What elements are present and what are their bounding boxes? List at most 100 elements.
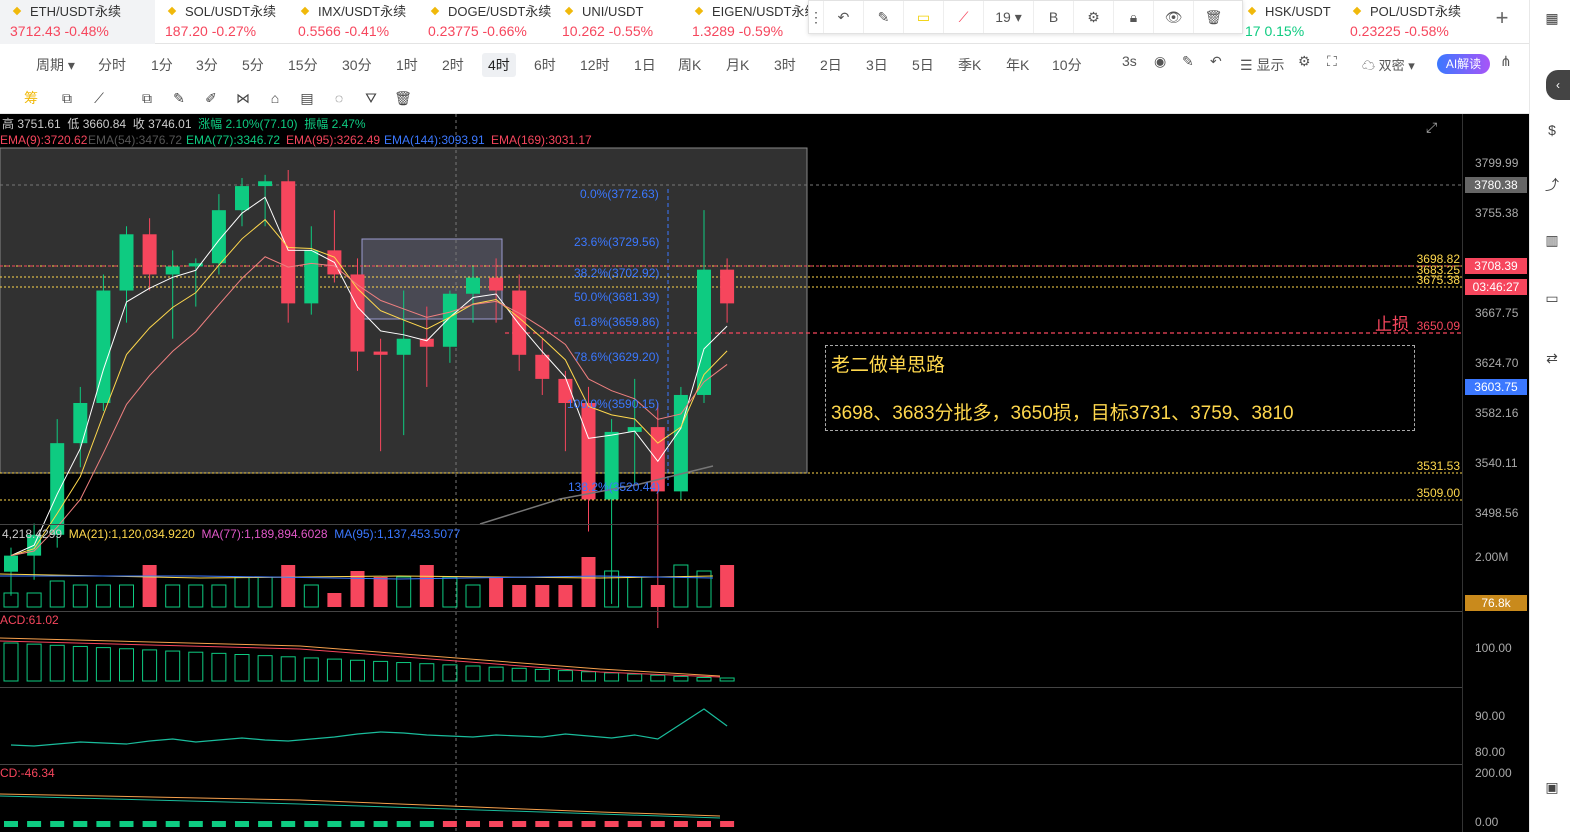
layout-icon[interactable]: ▦ xyxy=(1542,8,1562,28)
pencil-icon[interactable]: ✎ xyxy=(170,89,188,107)
candle[interactable] xyxy=(720,269,735,304)
panel-icon[interactable]: ▣ xyxy=(1542,777,1562,797)
period-option[interactable]: 周期 ▾ xyxy=(30,53,81,77)
magic-wand-icon[interactable]: ⟋ xyxy=(90,89,108,107)
template-icon[interactable]: ▤ xyxy=(298,89,316,107)
candle[interactable] xyxy=(350,274,365,352)
copy-draw-icon[interactable]: ⧉ xyxy=(58,89,76,107)
cd-bar xyxy=(304,821,319,827)
period-option[interactable]: 15分 xyxy=(282,53,324,77)
eye-icon[interactable]: 👁︎ xyxy=(1153,1,1193,33)
ticker-tab[interactable]: POL/USDT永续 0.23225 -0.58% xyxy=(1340,0,1490,44)
candle[interactable] xyxy=(211,210,226,264)
delete-icon[interactable]: 🗑︎ xyxy=(394,89,412,107)
ai-interpret-button[interactable]: AI解读 xyxy=(1437,54,1490,74)
filter-icon[interactable]: ⛛ xyxy=(362,89,380,107)
hide-icon[interactable]: ◌ xyxy=(330,89,348,107)
period-option[interactable]: 1时 xyxy=(390,53,424,77)
candle[interactable] xyxy=(489,277,504,291)
period-option[interactable]: 5分 xyxy=(236,53,270,77)
period-option[interactable]: 年K xyxy=(1000,53,1035,77)
period-option[interactable]: 2时 xyxy=(436,53,470,77)
color-icon[interactable]: ▭ xyxy=(903,1,943,33)
candle[interactable] xyxy=(697,269,711,395)
period-option[interactable]: 12时 xyxy=(574,53,616,77)
ticker-tab[interactable]: IMX/USDT永续 0.5566 -0.41% xyxy=(288,0,418,44)
candle[interactable] xyxy=(373,351,388,355)
macd-bar xyxy=(303,657,319,682)
dual-layout-select[interactable]: ☁ 双密 ▾ xyxy=(1362,55,1415,74)
share-icon[interactable]: ⋔ xyxy=(1500,53,1512,70)
candle[interactable] xyxy=(73,402,88,444)
candle[interactable] xyxy=(304,250,319,304)
candle[interactable] xyxy=(4,555,18,572)
candle[interactable] xyxy=(466,277,480,294)
trend-icon[interactable]: ⤴ xyxy=(1542,175,1562,195)
period-option[interactable]: 5日 xyxy=(906,53,940,77)
pen-icon[interactable]: ✎ xyxy=(1182,53,1194,70)
display-menu[interactable]: ☰ 显示 xyxy=(1240,55,1284,75)
chart-icon[interactable]: ▥ xyxy=(1542,230,1562,250)
cd-bar xyxy=(188,821,203,827)
bold-button[interactable]: B xyxy=(1033,1,1073,33)
refresh-interval[interactable]: 3s xyxy=(1122,53,1137,69)
collapse-panel-button[interactable]: ‹ xyxy=(1546,70,1570,100)
period-option[interactable]: 1日 xyxy=(628,53,662,77)
candle[interactable] xyxy=(142,234,157,275)
ticker-tab[interactable]: SOL/USDT永续 187.20 -0.27% xyxy=(155,0,288,44)
add-tab-button[interactable]: + xyxy=(1490,6,1514,30)
edit-icon[interactable]: ✎ xyxy=(863,1,903,33)
candle[interactable] xyxy=(535,354,550,379)
ticker-symbol: HSK/USDT xyxy=(1245,3,1340,21)
candle[interactable] xyxy=(673,394,688,492)
period-option[interactable]: 1分 xyxy=(145,53,179,77)
measure-icon[interactable]: ⋈ xyxy=(234,89,252,107)
drawing-toolbar: ⋮ ↶ ✎ ▭ ⟋ 19 ▾ B ⚙ 🔒︎ 👁︎ 🗑︎ xyxy=(808,0,1243,34)
lock-tool-icon[interactable]: ⌂ xyxy=(266,89,284,107)
ticker-tab[interactable]: DOGE/USDT永续 0.23775 -0.66% xyxy=(418,0,552,44)
undo-draw-icon[interactable]: ↶ xyxy=(1210,53,1222,70)
orderbook-icon[interactable]: $ xyxy=(1542,120,1562,140)
drag-handle-icon[interactable]: ⋮ xyxy=(809,1,823,33)
ticker-tab[interactable]: HSK/USDT 17 0.15% xyxy=(1235,0,1340,44)
period-option[interactable]: 周K xyxy=(672,53,707,77)
period-option[interactable]: 3时 xyxy=(768,53,802,77)
period-option[interactable]: 2日 xyxy=(814,53,848,77)
period-option[interactable]: 30分 xyxy=(336,53,378,77)
period-option[interactable]: 季K xyxy=(952,53,987,77)
period-option[interactable]: 3分 xyxy=(190,53,224,77)
period-option[interactable]: 3日 xyxy=(860,53,894,77)
period-option[interactable]: 4时 xyxy=(482,53,516,77)
line-width-select[interactable]: 19 ▾ xyxy=(983,1,1033,33)
kline-chart[interactable] xyxy=(0,114,1462,832)
ticker-tab[interactable]: ETH/USDT永续 3712.43 -0.48% xyxy=(0,0,155,44)
camera-icon[interactable]: ◉ xyxy=(1154,53,1166,70)
settings-icon[interactable]: ⚙ xyxy=(1298,53,1311,70)
chart-area[interactable]: 3799.99 3755.38 3667.75 3624.70 3582.16 3540.… xyxy=(0,114,1529,832)
ticker-tab[interactable]: EIGEN/USDT永续 1.3289 -0.59% xyxy=(682,0,808,44)
candle[interactable] xyxy=(258,181,273,187)
undo-icon[interactable]: ↶ xyxy=(823,1,863,33)
period-option[interactable]: 6时 xyxy=(528,53,562,77)
settings-icon[interactable]: ⚙ xyxy=(1073,1,1113,33)
candle[interactable] xyxy=(119,234,134,291)
ma-tool-icon[interactable]: 筹 xyxy=(22,89,40,107)
trade-plan-note[interactable]: 老二做单思路 3698、3683分批多，3650损，目标3731、3759、38… xyxy=(825,345,1415,431)
period-option[interactable]: 月K xyxy=(720,53,755,77)
candle[interactable] xyxy=(165,266,180,275)
duplicate-icon[interactable]: ⧉ xyxy=(138,89,156,107)
trash-icon[interactable]: 🗑︎ xyxy=(1193,1,1233,33)
ticker-symbol: POL/USDT永续 xyxy=(1350,3,1490,21)
line-style-icon[interactable]: ⟋ xyxy=(943,1,983,33)
candle[interactable] xyxy=(396,338,411,355)
brush-icon[interactable]: ✐ xyxy=(202,89,220,107)
etf-icon[interactable]: ▭ xyxy=(1542,288,1562,308)
fullscreen-icon[interactable]: ⛶ xyxy=(1327,53,1337,70)
period-option[interactable]: 分时 xyxy=(92,53,132,77)
expand-chart-icon[interactable]: ⤢ xyxy=(1426,119,1437,136)
lock-icon[interactable]: 🔒︎ xyxy=(1113,1,1153,33)
candle[interactable] xyxy=(235,186,249,211)
swap-icon[interactable]: ⇄ xyxy=(1542,348,1562,368)
period-option[interactable]: 10分 xyxy=(1046,53,1088,77)
ticker-tab[interactable]: UNI/USDT 10.262 -0.55% xyxy=(552,0,682,44)
